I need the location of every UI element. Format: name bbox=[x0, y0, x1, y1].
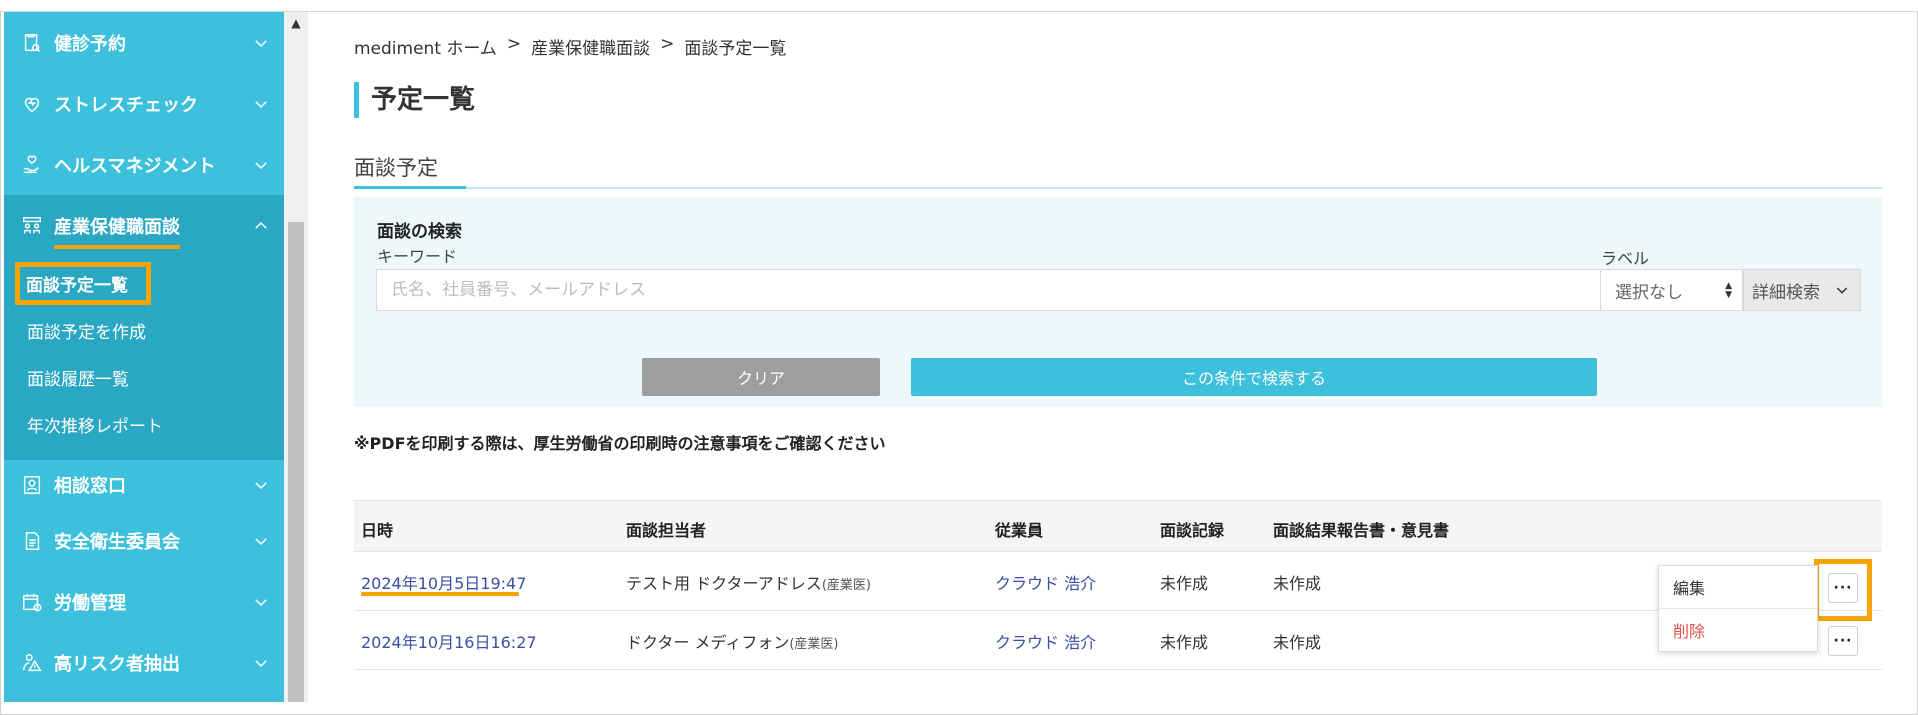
schedule-date-link[interactable]: 2024年10月5日19:47 bbox=[361, 570, 526, 594]
detail-search-button[interactable]: 詳細検索 bbox=[1743, 269, 1861, 311]
header-employee: 従業員 bbox=[995, 521, 1044, 540]
chevron-down-icon bbox=[1836, 287, 1848, 294]
interview-icon bbox=[20, 214, 44, 238]
row-actions-dropdown: 編集 削除 bbox=[1658, 565, 1818, 652]
submenu-history-list[interactable]: 面談履歴一覧 bbox=[4, 354, 284, 401]
sidebar-item-healthmanagement[interactable]: ヘルスマネジメント bbox=[4, 134, 284, 195]
record-status: 未作成 bbox=[1160, 574, 1209, 593]
keyword-input[interactable] bbox=[376, 269, 1601, 311]
document-icon bbox=[20, 529, 44, 553]
sidebar-item-safety-committee[interactable]: 安全衛生委員会 bbox=[4, 510, 284, 571]
tab-interview-schedule[interactable]: 面談予定 bbox=[354, 152, 438, 182]
submenu-annual-report[interactable]: 年次推移レポート bbox=[4, 401, 284, 448]
breadcrumb-separator: > bbox=[506, 34, 522, 54]
breadcrumb-interview[interactable]: 産業保健職面談 bbox=[531, 34, 650, 59]
select-arrows-icon: ▲ ▼ bbox=[1725, 281, 1732, 300]
chevron-down-icon[interactable] bbox=[252, 654, 270, 672]
detail-search-label: 詳細検索 bbox=[1752, 282, 1820, 303]
chevron-down-icon[interactable] bbox=[252, 34, 270, 52]
table-row: 2024年10月16日16:27 ドクター メディフォン(産業医) クラウド 浩… bbox=[354, 611, 1882, 670]
interview-submenu: 面談予定一覧 面談予定を作成 面談履歴一覧 年次推移レポート bbox=[4, 256, 284, 460]
employee-link[interactable]: クラウド 浩介 bbox=[995, 570, 1096, 594]
employee-link[interactable]: クラウド 浩介 bbox=[995, 629, 1096, 653]
pdf-print-note: ※PDFを印刷する際は、厚生労働省の印刷時の注意事項をご確認ください bbox=[354, 434, 886, 453]
report-status: 未作成 bbox=[1273, 574, 1322, 593]
page-title: 予定一覧 bbox=[354, 82, 475, 118]
report-status: 未作成 bbox=[1273, 633, 1322, 652]
sidebar-scrollbar[interactable]: ▲ bbox=[284, 12, 308, 702]
top-bar bbox=[0, 0, 1918, 12]
keyword-label: キーワード bbox=[377, 247, 458, 266]
table-header: 日時 面談担当者 従業員 面談記録 面談結果報告書・意見書 bbox=[354, 500, 1882, 552]
submenu-create-schedule[interactable]: 面談予定を作成 bbox=[4, 307, 284, 354]
chevron-down-icon[interactable] bbox=[252, 593, 270, 611]
tab-active-indicator bbox=[354, 186, 466, 189]
chevron-down-icon[interactable] bbox=[252, 156, 270, 174]
sidebar-item-labor[interactable]: 労働管理 bbox=[4, 571, 284, 632]
header-record: 面談記録 bbox=[1160, 521, 1225, 540]
record-status: 未作成 bbox=[1160, 633, 1209, 652]
header-report: 面談結果報告書・意見書 bbox=[1273, 521, 1450, 540]
sidebar-item-stresscheck[interactable]: ストレスチェック bbox=[4, 73, 284, 134]
sidebar-item-highrisk[interactable]: 高リスク者抽出 bbox=[4, 632, 284, 693]
staff-name: ドクター メディフォン(産業医) bbox=[626, 633, 839, 652]
schedule-date-link[interactable]: 2024年10月16日16:27 bbox=[361, 629, 537, 653]
sidebar-item-interview[interactable]: 産業保健職面談 bbox=[4, 195, 284, 256]
sidebar: 健診予約 ストレスチェック ヘルスマネジメント 産業保健職面談 面談予定一覧 面… bbox=[4, 12, 284, 702]
delete-menu-item[interactable]: 削除 bbox=[1659, 608, 1817, 650]
risk-person-icon bbox=[20, 651, 44, 675]
label-select[interactable]: 選択なし ▲ ▼ bbox=[1600, 269, 1743, 311]
search-title: 面談の検索 bbox=[377, 222, 462, 242]
header-staff: 面談担当者 bbox=[626, 521, 707, 540]
breadcrumb-separator: > bbox=[660, 34, 675, 54]
table-row: 2024年10月5日19:47 テスト用 ドクターアドレス(産業医) クラウド … bbox=[354, 552, 1882, 621]
scroll-up-arrow-icon[interactable]: ▲ bbox=[284, 12, 308, 34]
label-select-value: 選択なし bbox=[1615, 282, 1683, 303]
health-hand-icon bbox=[20, 153, 44, 177]
label-filter-label: ラベル bbox=[1601, 249, 1650, 268]
header-datetime: 日時 bbox=[361, 521, 394, 540]
tab-divider bbox=[354, 187, 1882, 189]
edit-menu-item[interactable]: 編集 bbox=[1659, 566, 1817, 608]
breadcrumb-home[interactable]: mediment ホーム bbox=[354, 34, 497, 59]
highlight-underline bbox=[361, 592, 519, 596]
breadcrumb-current: 面談予定一覧 bbox=[684, 39, 787, 59]
more-actions-button[interactable]: ··· bbox=[1828, 573, 1858, 603]
submenu-schedule-list[interactable]: 面談予定一覧 bbox=[4, 260, 284, 307]
staff-name: テスト用 ドクターアドレス(産業医) bbox=[626, 574, 871, 593]
chevron-up-icon[interactable] bbox=[252, 217, 270, 235]
consult-icon bbox=[20, 473, 44, 497]
chevron-down-icon[interactable] bbox=[252, 476, 270, 494]
breadcrumb: mediment ホーム > 産業保健職面談 > 面談予定一覧 bbox=[354, 34, 786, 59]
scroll-thumb[interactable] bbox=[288, 222, 304, 702]
chevron-down-icon[interactable] bbox=[252, 532, 270, 550]
main-content: mediment ホーム > 産業保健職面談 > 面談予定一覧 予定一覧 面談予… bbox=[352, 12, 1882, 702]
sidebar-item-consult[interactable]: 相談窓口 bbox=[4, 460, 284, 510]
search-button[interactable]: この条件で検索する bbox=[911, 358, 1597, 396]
more-actions-button[interactable]: ··· bbox=[1828, 626, 1858, 656]
chevron-down-icon[interactable] bbox=[252, 95, 270, 113]
heart-icon bbox=[20, 92, 44, 116]
sidebar-item-checkup[interactable]: 健診予約 bbox=[4, 12, 284, 73]
search-panel: 面談の検索 キーワード ラベル 選択なし ▲▼ 詳細検索 クリア この条件で検索… bbox=[354, 197, 1882, 407]
schedule-table: 日時 面談担当者 従業員 面談記録 面談結果報告書・意見書 2024年10月5日… bbox=[354, 500, 1882, 670]
clear-button[interactable]: クリア bbox=[642, 358, 880, 396]
calendar-icon bbox=[20, 590, 44, 614]
checkup-icon bbox=[20, 31, 44, 55]
